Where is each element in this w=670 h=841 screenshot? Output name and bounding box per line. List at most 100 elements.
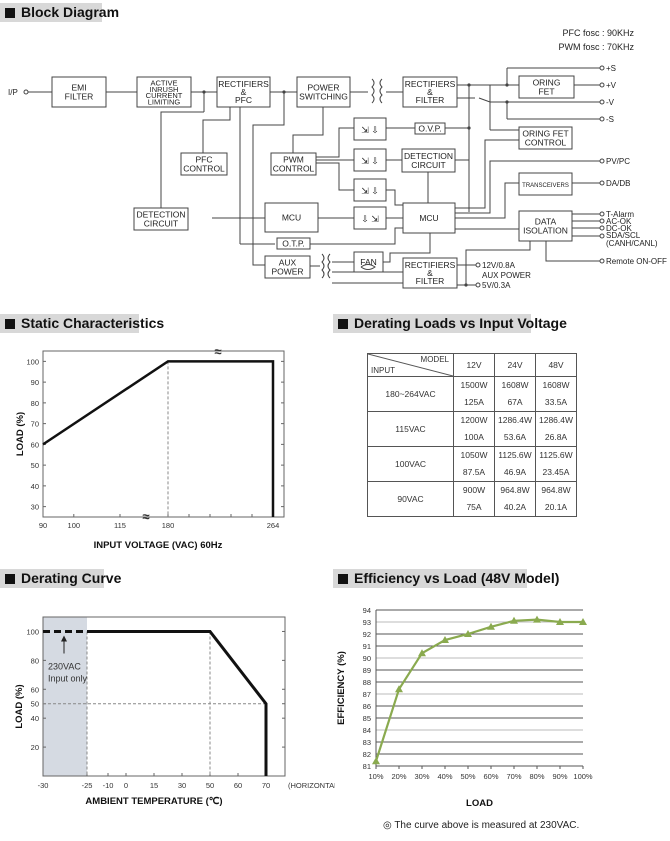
block-rect-filter-aux: RECTIFIERS&FILTER [402,257,458,289]
terminal-input: I/P [8,88,18,97]
block-label: FILTER [416,276,445,286]
x-axis-label: AMBIENT TEMPERATURE (℃) [85,796,222,807]
current-cell: 87.5A [453,464,495,482]
optocoupler-icon: ⇩ ⇲ [353,206,387,230]
current-cell: 46.9A [494,464,536,482]
efficiency-chart: 81 82 83 84 85 86 87 88 89 90 91 92 93 94 10% 20% 30% 40%… [336,606,593,809]
block-det-circ-right: DETECTIONCIRCUIT [401,148,456,173]
y-tick-label: 88 [363,678,371,687]
block-label: O.T.P. [282,239,305,249]
terminal-da-db: DA/DB [606,179,630,188]
pfc-frequency-note: PFC fosc : 90KHz [562,28,634,38]
svg-text:⇲ ⇩: ⇲ ⇩ [361,125,379,135]
y-tick-label: 93 [363,618,371,627]
power-cell: 1286.4W [494,411,536,429]
block-rect-pfc: RECTIFIERS&PFC [216,76,271,108]
x-tick-label: 20% [391,772,406,781]
current-cell: 125A [453,394,495,412]
section-bullet-icon [338,574,348,584]
terminal-remote: Remote ON-OFF [606,257,667,266]
y-axis-label: LOAD (%) [14,684,25,728]
terminal-aux-label: AUX POWER [482,271,531,280]
y-tick-label: 20 [31,743,39,752]
block-data-iso: DATAISOLATION [518,210,573,242]
y-tick-label: 84 [363,726,371,735]
input-voltage-cell: 100VAC [367,446,454,482]
svg-text:⇩ ⇲: ⇩ ⇲ [361,214,379,224]
power-cell: 900W [453,481,495,499]
x-tick-label: 180 [162,521,175,530]
block-label: LIMITING [148,97,181,106]
y-tick-label: 80 [31,656,39,665]
x-tick-label: -30 [38,781,49,790]
block-label: FILTER [65,92,94,102]
x-tick-label: 30% [414,772,429,781]
pwm-frequency-note: PWM fosc : 70KHz [558,42,634,52]
x-tick-label: 264 [267,521,280,530]
y-axis-label: EFFICIENCY (%) [336,651,347,725]
terminal-minus-v: -V [606,98,615,107]
current-cell: 40.2A [494,499,536,517]
x-tick-label: 50 [206,781,214,790]
block-label: PFC [235,95,252,105]
block-diagram: ⇲ ⇩ ⇲ ⇩ ⇲ ⇩ ⇩ ⇲ EMIFILTER ACTIVEINRUSHCUR… [8,28,667,290]
block-label: MCU [282,213,301,223]
x-tick-label: -10 [103,781,114,790]
x-tick-label: 70 [262,781,270,790]
efficiency-title: Efficiency vs Load (48V Model) [333,569,559,588]
terminal-canh-canl: (CANH/CANL) [606,239,658,248]
y-tick-label: 50 [31,700,39,709]
y-axis-label: LOAD (%) [15,412,26,456]
y-tick-label: 91 [363,642,371,651]
model-header: 48V [535,353,577,377]
current-cell: 100A [453,429,495,447]
y-tick-label: 94 [363,606,371,615]
x-axis-label: INPUT VOLTAGE (VAC) 60Hz [94,540,223,551]
series-line [42,360,275,517]
block-label: FILTER [416,95,445,105]
block-power-sw: POWERSWITCHING [296,76,351,108]
block-rect-filter: RECTIFIERS&FILTER [402,76,458,108]
power-cell: 1125.6W [494,446,536,464]
block-label: MCU [419,213,438,223]
y-tick-label: 92 [363,630,371,639]
block-label: ISOLATION [523,226,568,236]
power-cell: 1500W [453,376,495,394]
y-tick-label: 89 [363,666,371,675]
current-cell: 20.1A [535,499,577,517]
table-row: 90VAC 900W 964.8W 964.8W [367,481,577,517]
x-axis-label: LOAD [466,798,493,809]
corner-model-label: MODEL [420,355,449,364]
y-tick-label: 85 [363,714,371,723]
block-label: FET [538,87,554,97]
table-row: 180~264VAC 1500W 1608W 1608W [367,376,577,412]
svg-text:⇲ ⇩: ⇲ ⇩ [361,156,379,166]
current-cell: 23.45A [535,464,577,482]
terminal-minus-s: -S [606,115,614,124]
x-tick-label: 0 [124,781,128,790]
terminal-aux-12v: 12V/0.8A [482,261,516,270]
x-tick-label: 100 [68,521,81,530]
optocoupler-icon: ⇲ ⇩ [353,117,387,141]
block-det-circ-left: DETECTIONCIRCUIT [133,207,189,231]
x-tick-label: 100% [573,772,593,781]
x-tick-label: 40% [437,772,452,781]
static-characteristics-chart: 30 40 50 60 70 80 90 100 90 100 115 180 264 ≈ ≈ INPUT V… [15,344,285,551]
block-label: CONTROL [525,138,567,148]
input-voltage-cell: 180~264VAC [367,376,454,412]
y-tick-label: 82 [363,750,371,759]
block-aux-power: AUXPOWER [264,255,311,279]
block-oring-ctrl: ORING FETCONTROL [518,126,573,150]
block-mcu-right: MCU [402,202,456,234]
current-cell: 26.8A [535,429,577,447]
x-tick-label: 115 [114,521,126,530]
y-tick-label: 80 [31,399,39,408]
y-tick-label: 60 [31,685,39,694]
terminal-plus-v: +V [606,81,617,90]
power-cell: 1286.4W [535,411,577,429]
table-corner-cell: MODEL INPUT [367,353,454,377]
section-bullet-icon [338,319,348,329]
corner-input-label: INPUT [371,366,395,375]
block-label: CIRCUIT [144,219,178,229]
svg-text:⇲ ⇩: ⇲ ⇩ [361,186,379,196]
